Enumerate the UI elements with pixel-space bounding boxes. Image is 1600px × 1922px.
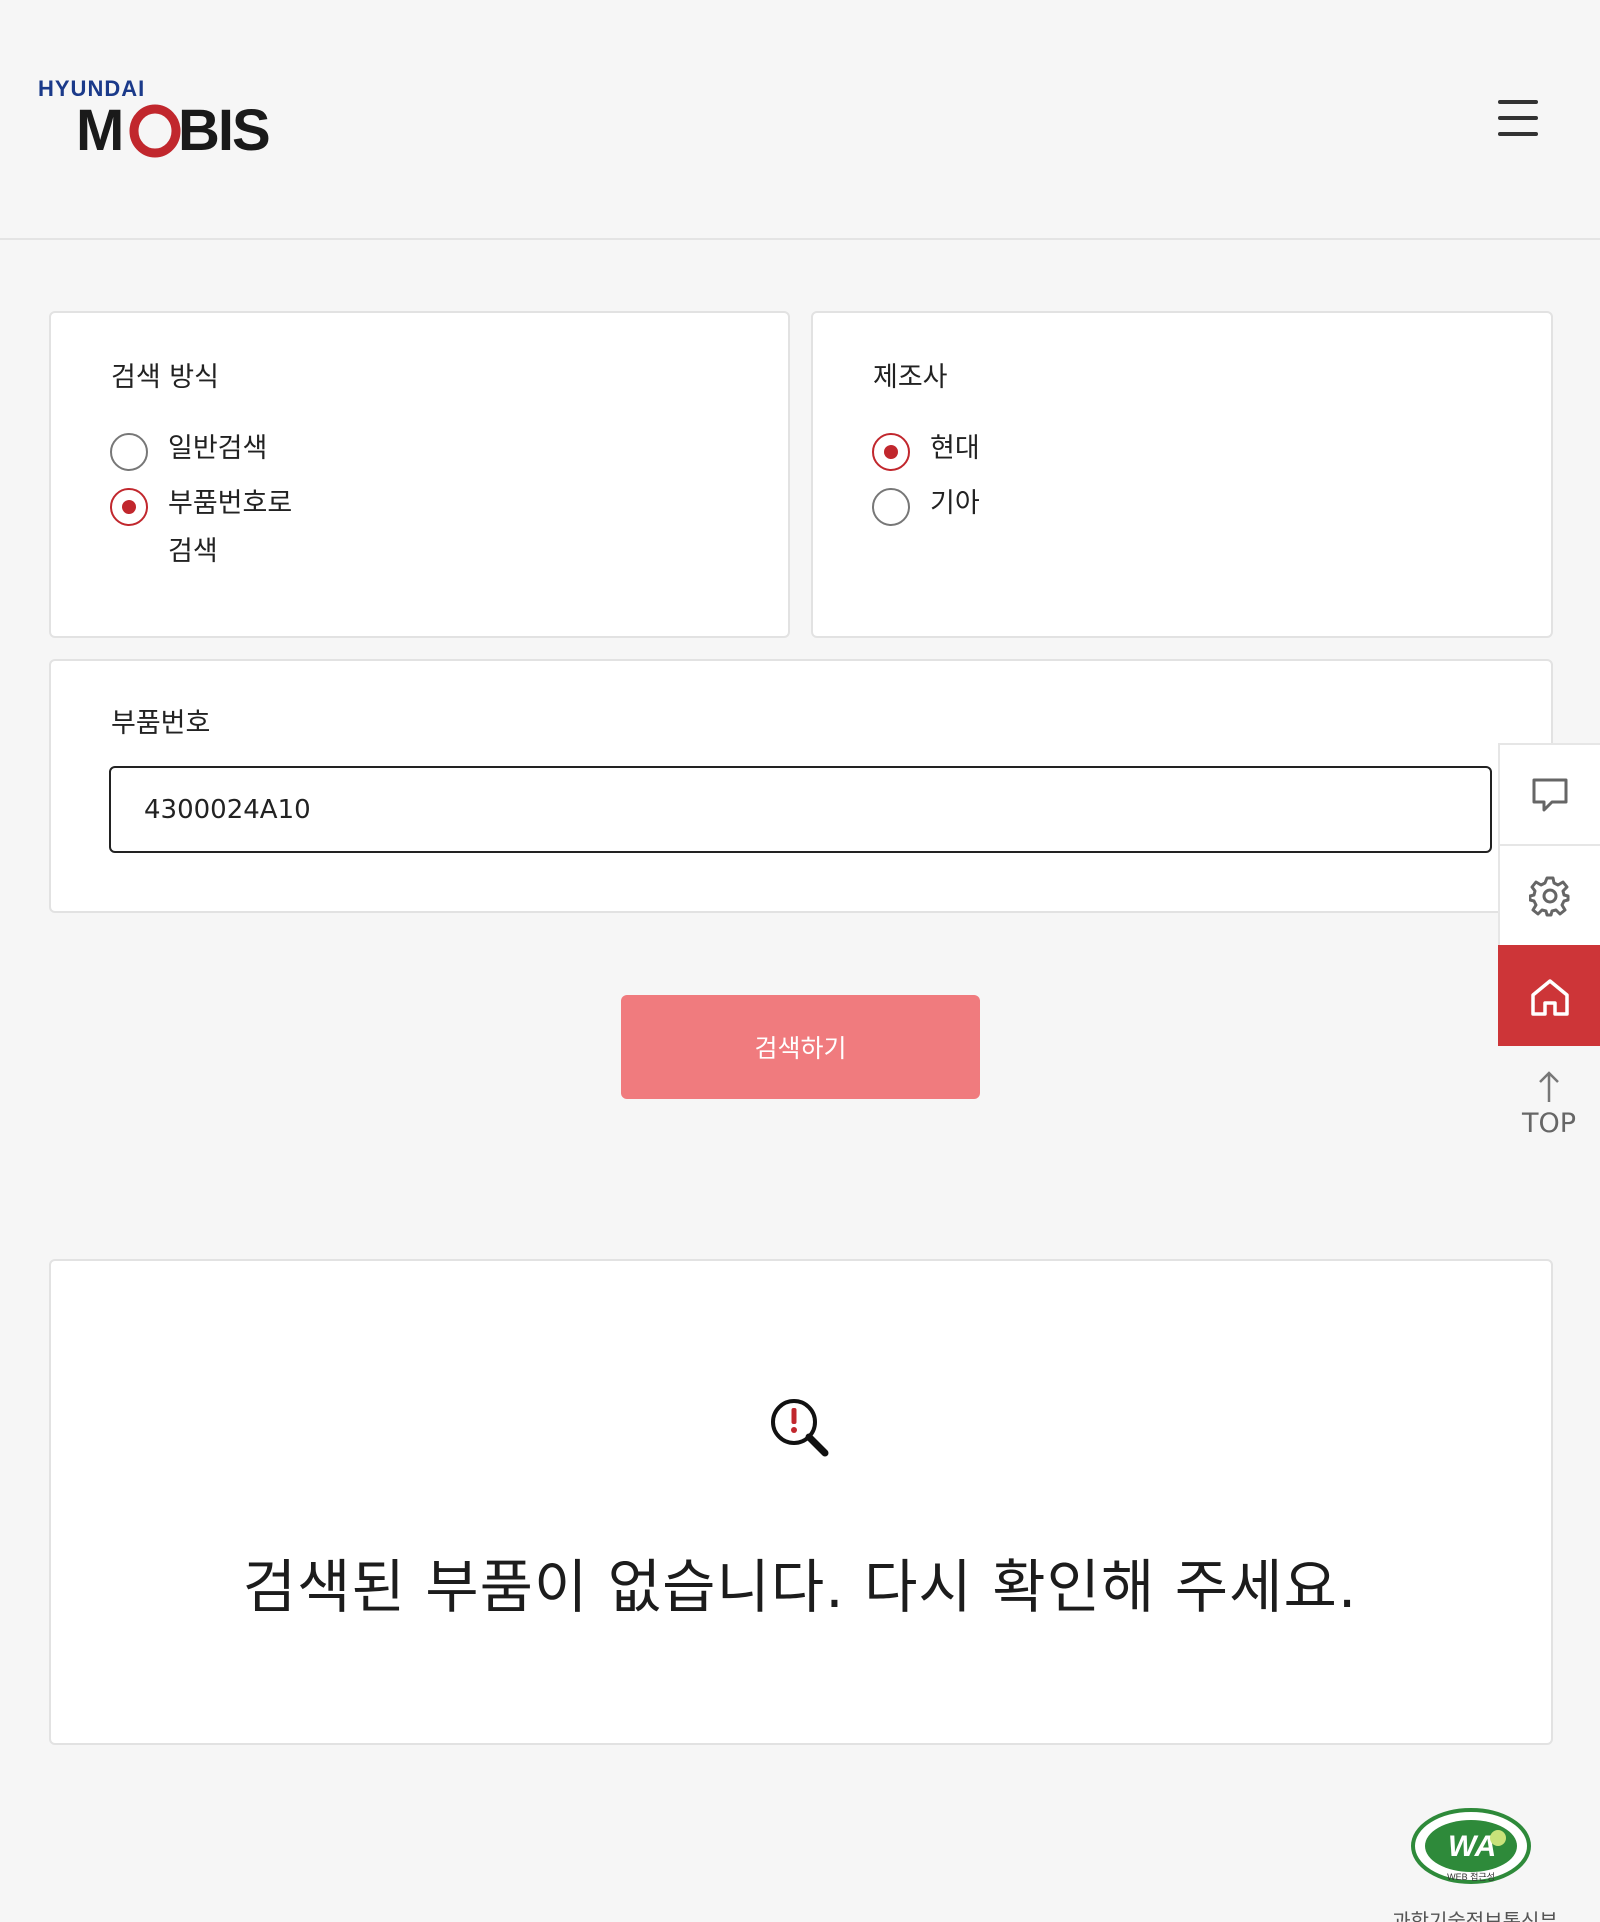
radio-button[interactable] — [872, 433, 910, 471]
arrow-up-icon — [1539, 1070, 1559, 1102]
header: HYUNDAI M BIS — [0, 0, 1600, 240]
chat-icon — [1532, 778, 1568, 811]
radio-label: 기아 — [930, 488, 980, 519]
part-number-title: 부품번호 — [111, 708, 211, 739]
radio-label: 부품번호로 검색 — [168, 488, 293, 567]
manufacturer-title: 제조사 — [873, 362, 948, 393]
scroll-top-button[interactable]: TOP — [1498, 1046, 1600, 1162]
settings-icon — [1529, 876, 1570, 916]
search-button[interactable]: 검색하기 — [621, 995, 980, 1099]
radio-button[interactable] — [110, 433, 148, 471]
web-accessibility-badge: WA WEB 접근성 — [1408, 1800, 1534, 1892]
radio-general-search[interactable]: 일반검색 — [110, 433, 318, 473]
chat-button[interactable] — [1498, 743, 1600, 844]
result-card — [49, 1259, 1553, 1745]
svg-text:M: M — [76, 98, 122, 163]
hyundai-mobis-logo[interactable]: HYUNDAI M BIS — [38, 78, 278, 168]
radio-button[interactable] — [110, 488, 148, 526]
svg-text:BIS: BIS — [178, 98, 269, 163]
manufacturer-card: 제조사 현대 기아 — [811, 311, 1553, 638]
top-label: TOP — [1521, 1107, 1577, 1139]
wa-badge-text: WA — [1448, 1830, 1496, 1863]
no-results-message: 검색된 부품이 없습니다. 다시 확인해 주세요. — [242, 1553, 1358, 1621]
part-number-input[interactable] — [109, 766, 1492, 853]
home-icon — [1531, 978, 1569, 1016]
radio-label: 현대 — [930, 433, 980, 464]
search-method-title: 검색 방식 — [111, 362, 219, 393]
search-method-card: 검색 방식 일반검색 부품번호로 검색 — [49, 311, 790, 638]
radio-kia[interactable]: 기아 — [872, 488, 1080, 528]
radio-hyundai[interactable]: 현대 — [872, 433, 1080, 473]
wa-badge-sub: WEB 접근성 — [1447, 1871, 1495, 1882]
home-button[interactable] — [1498, 945, 1600, 1046]
side-quick-menu: TOP — [1498, 743, 1600, 1162]
search-alert-icon — [771, 1399, 829, 1457]
radio-part-number-search[interactable]: 부품번호로 검색 — [110, 488, 318, 576]
menu-button[interactable] — [1496, 98, 1540, 138]
settings-button[interactable] — [1498, 844, 1600, 945]
ministry-caption: 과학기술정보통신부 — [1392, 1909, 1558, 1922]
radio-label: 일반검색 — [168, 433, 268, 464]
radio-button[interactable] — [872, 488, 910, 526]
hamburger-menu-icon — [1498, 100, 1538, 104]
